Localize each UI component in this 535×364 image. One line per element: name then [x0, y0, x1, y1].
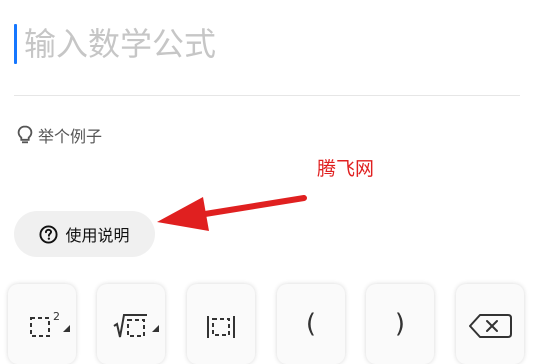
left-paren-key[interactable]: ( — [277, 284, 345, 364]
question-circle-icon — [39, 224, 59, 244]
help-label: 使用说明 — [65, 226, 130, 245]
example-label: 举个例子 — [38, 127, 103, 146]
superscript-key[interactable]: 2 — [8, 284, 76, 364]
math-keyboard: 2 ( ) — [0, 270, 535, 364]
radical-key[interactable] — [97, 284, 165, 364]
lightbulb-icon — [17, 125, 33, 144]
svg-text:2: 2 — [53, 310, 60, 323]
help-button[interactable]: 使用说明 — [14, 211, 155, 257]
input-divider — [14, 95, 520, 96]
more-options-indicator — [63, 325, 70, 332]
absolute-value-icon — [207, 316, 235, 338]
watermark-text: 腾飞网 — [317, 158, 375, 180]
text-cursor — [14, 24, 17, 64]
superscript-icon: 2 — [30, 310, 60, 337]
left-paren-symbol: ( — [305, 309, 317, 339]
radical-icon — [113, 314, 147, 338]
right-paren-key[interactable]: ) — [366, 284, 434, 364]
absolute-value-key[interactable] — [187, 284, 255, 364]
more-options-indicator — [152, 325, 159, 332]
formula-input[interactable] — [24, 16, 504, 72]
right-paren-symbol: ) — [394, 309, 406, 339]
backspace-icon — [469, 314, 512, 338]
backspace-key[interactable] — [456, 284, 524, 364]
example-link[interactable]: 举个例子 — [17, 124, 102, 146]
